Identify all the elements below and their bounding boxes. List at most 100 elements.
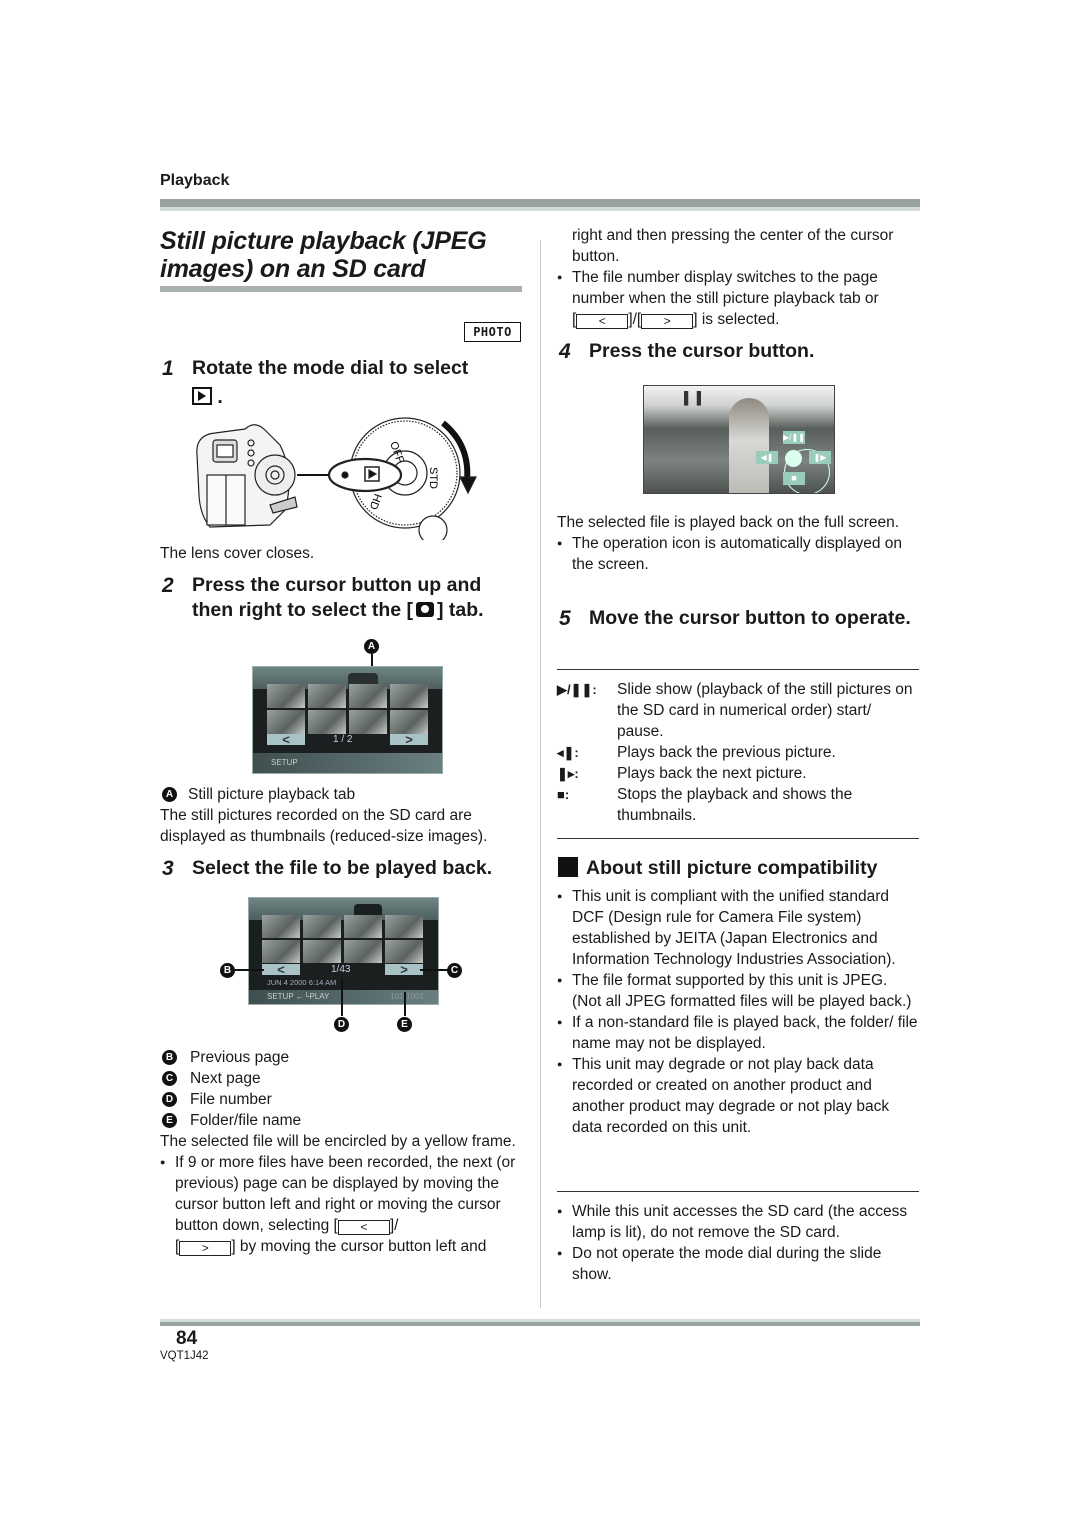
step-4: 4 Press the cursor button. <box>559 339 919 364</box>
divider <box>557 669 919 670</box>
compat-bullet: If a non-standard file is played back, t… <box>557 1012 919 1054</box>
legend-item: C Next page <box>160 1068 525 1089</box>
setup-label: SETUP ←└PLAY <box>267 992 330 1001</box>
label-b: B <box>220 963 235 978</box>
thumbnail <box>385 940 423 963</box>
thumbnail <box>390 684 428 708</box>
next-page-button: > <box>385 963 423 976</box>
next-button-glyph: > <box>641 314 694 329</box>
label-c: C <box>447 963 462 978</box>
bottom-rule <box>160 1322 920 1326</box>
note-bullet: While this unit accesses the SD card (th… <box>557 1201 919 1243</box>
legend-item: D File number <box>160 1089 525 1110</box>
page-indicator: 1 / 2 <box>333 734 353 745</box>
continued-text: right and then pressing the center of th… <box>572 227 894 265</box>
thumbnail <box>349 710 387 734</box>
operation-text: Plays back the previous picture. <box>617 744 836 761</box>
operation-icon-bullet: The operation icon is automatically disp… <box>557 533 919 575</box>
note-bullet: Do not operate the mode dial during the … <box>557 1243 919 1285</box>
setup-bar: SETUP <box>253 753 442 773</box>
stop-icon: ■ <box>783 472 805 485</box>
step-5: 5 Move the cursor button to operate. <box>559 606 919 631</box>
prev-page-button: < <box>267 733 305 746</box>
step-text: Rotate the mode dial to select <box>192 357 469 379</box>
yellow-frame-paragraph: The selected file will be encircled by a… <box>160 1133 516 1150</box>
title-rule <box>160 286 522 292</box>
divider <box>557 1191 919 1192</box>
next-page-button: > <box>390 733 428 746</box>
legend-text: Previous page <box>190 1049 290 1066</box>
operations-list: ▶/❚❚: Slide show (playback of the still p… <box>557 679 919 826</box>
label-a-circle: A <box>162 787 177 802</box>
heading-text: About still picture compatibility <box>586 857 878 879</box>
mode-dial-icon <box>327 417 477 540</box>
operation-item: ▶/❚❚: Slide show (playback of the still p… <box>557 679 919 742</box>
square-bullet-icon <box>558 857 578 877</box>
step-text: Move the cursor button to operate. <box>589 607 911 629</box>
callout-line-e <box>404 992 406 1016</box>
compat-heading: About still picture compatibility <box>558 856 920 880</box>
legend-letter: C <box>162 1071 177 1086</box>
step-text-pre: then right to select the [ <box>192 599 414 621</box>
page-number: 84 <box>176 1328 198 1349</box>
bullet-text: ] by moving the cursor button left and <box>231 1238 487 1255</box>
operation-item: ❚▸: Plays back the next picture. <box>557 763 919 784</box>
bullet-text: The file number display switches to the … <box>572 269 879 307</box>
top-rule-light <box>160 207 920 211</box>
next-icon: ❚▶ <box>809 451 831 464</box>
step-number: 3 <box>162 857 174 880</box>
divider <box>557 838 919 839</box>
step-text: Select the file to be played back. <box>192 857 493 879</box>
step-text: Press the cursor button. <box>589 340 815 362</box>
play-pause-icon: ▶/❚❚ <box>783 431 805 444</box>
label-d: D <box>334 1017 349 1032</box>
setup-bar: SETUP ←└PLAY 101-1001 <box>249 990 438 1004</box>
thumbnail <box>349 684 387 708</box>
prev-page-button: < <box>262 963 300 976</box>
prev-button-glyph: < <box>337 1220 390 1235</box>
top-rule <box>160 199 920 207</box>
stop-symbol: ■: <box>557 787 570 802</box>
step-text: Press the cursor button up and <box>192 574 482 596</box>
lens-cover-note: The lens cover closes. <box>160 545 315 562</box>
callout-line-c <box>420 969 448 971</box>
next-symbol: ❚▸: <box>557 766 579 781</box>
notes-list: While this unit accesses the SD card (th… <box>557 1201 919 1285</box>
thumbnail <box>344 940 382 963</box>
photo-subject <box>729 398 769 493</box>
compat-bullet: The file format supported by this unit i… <box>557 970 919 1012</box>
compat-list: This unit is compliant with the unified … <box>557 886 919 1138</box>
center-button <box>785 450 802 467</box>
thumbnail <box>390 710 428 734</box>
previous-icon: ◀❚ <box>756 451 778 464</box>
thumbnail <box>262 915 300 938</box>
page-title: Still picture playback (JPEG images) on … <box>160 227 487 283</box>
date-time: JUN 4 2000 6:14 AM <box>267 978 337 987</box>
compat-bullet: This unit is compliant with the unified … <box>557 886 919 970</box>
step-icon-line: . <box>192 385 522 410</box>
compat-bullet: This unit may degrade or not play back d… <box>557 1054 919 1138</box>
camera-tab-icon <box>416 602 435 617</box>
legend-letter: B <box>162 1050 177 1065</box>
thumbnails-paragraph: The still pictures recorded on the SD ca… <box>160 807 488 845</box>
legend-text: Folder/file name <box>190 1112 302 1129</box>
column-divider <box>540 240 541 1308</box>
operation-text: Slide show (playback of the still pictur… <box>617 681 913 740</box>
step-3: 3 Select the file to be played back. <box>162 856 532 881</box>
step-number: 4 <box>559 340 571 363</box>
thumbnail <box>303 940 341 963</box>
thumbnail-screen: < 1 / 2 > SETUP <box>252 666 443 774</box>
pages-bullet: If 9 or more files have been recorded, t… <box>160 1152 525 1257</box>
step-1: 1 Rotate the mode dial to select . <box>162 356 522 410</box>
thumbnail <box>303 915 341 938</box>
step-2: 2 Press the cursor button up and then ri… <box>162 573 532 623</box>
legend-letter: E <box>162 1113 177 1128</box>
thumbnail <box>267 710 305 734</box>
full-screen-paragraph: The selected file is played back on the … <box>557 514 900 531</box>
section-label: Playback <box>160 172 230 189</box>
step-number: 1 <box>162 357 174 380</box>
thumbnail <box>262 940 300 963</box>
label-e: E <box>397 1017 412 1032</box>
legend-text: File number <box>190 1091 272 1108</box>
thumbnail <box>267 684 305 708</box>
